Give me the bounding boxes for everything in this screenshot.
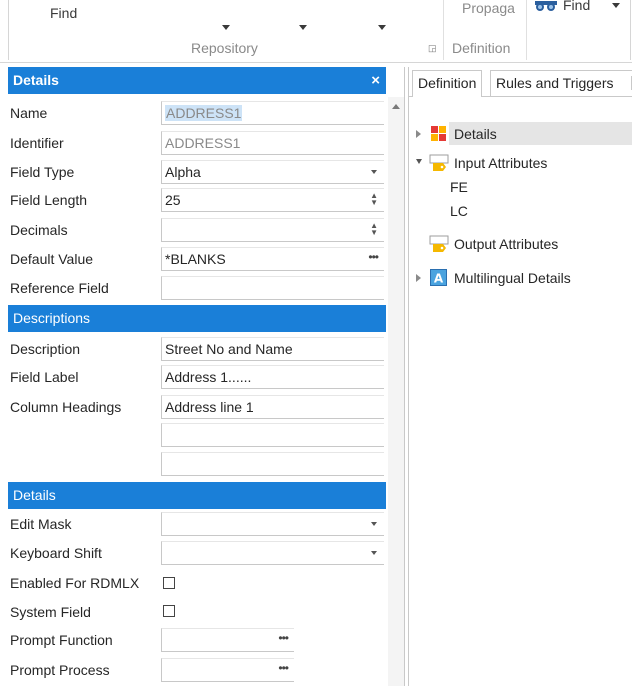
column-heading-3-field[interactable] [161, 452, 384, 476]
field-length-stepper[interactable]: 25 ▲ ▼ [161, 188, 384, 212]
details-panel: Details × Name ADDRESS1 Identifier ADDRE… [8, 67, 405, 686]
multilingual-icon: A [430, 269, 447, 286]
dialog-launcher-icon[interactable]: ◲ [428, 43, 437, 54]
column-headings-label: Column Headings [10, 399, 122, 415]
tree-item-output-attributes[interactable]: Output Attributes [454, 236, 558, 252]
scroll-up-icon[interactable] [392, 104, 400, 109]
tree-item-fe[interactable]: FE [450, 179, 468, 195]
system-field-checkbox[interactable] [163, 605, 175, 617]
edit-mask-select[interactable] [161, 512, 384, 536]
expand-icon[interactable] [416, 130, 421, 138]
identifier-field[interactable]: ADDRESS1 [161, 131, 384, 155]
name-label: Name [10, 105, 48, 121]
chevron-down-icon[interactable] [612, 3, 620, 8]
decimals-stepper[interactable]: ▲ ▼ [161, 218, 384, 242]
definition-panel: Definition Rules and Triggers Details In… [408, 67, 632, 686]
column-heading-1-value: Address line 1 [165, 399, 254, 415]
field-type-label: Field Type [10, 164, 75, 180]
ribbon-frame-left [8, 0, 9, 60]
decimals-label: Decimals [10, 222, 68, 238]
ribbon-separator [443, 0, 444, 60]
edit-mask-label: Edit Mask [10, 516, 72, 532]
expand-icon[interactable] [416, 274, 421, 282]
find-right-button[interactable]: Find [563, 0, 590, 13]
field-label-label: Field Label [10, 369, 79, 385]
definition-group-label: Definition [452, 40, 511, 56]
keyboard-shift-select[interactable] [161, 541, 384, 565]
description-field[interactable]: Street No and Name [161, 337, 384, 361]
descriptions-header: Descriptions [8, 305, 386, 332]
prompt-process-field[interactable]: ••• [161, 658, 294, 682]
chevron-down-icon[interactable] [371, 170, 377, 174]
field-label-value: Address 1...... [165, 369, 252, 385]
field-label-field[interactable]: Address 1...... [161, 365, 384, 389]
keyboard-shift-label: Keyboard Shift [10, 545, 102, 561]
chevron-down-icon[interactable] [222, 25, 230, 30]
chevron-down-icon[interactable] [299, 25, 307, 30]
collapse-icon[interactable] [416, 159, 422, 164]
name-field[interactable]: ADDRESS1 [161, 101, 384, 125]
chevron-down-icon[interactable] [378, 25, 386, 30]
reference-field-input[interactable] [161, 276, 384, 300]
details2-header: Details [8, 482, 386, 509]
propagate-button[interactable]: Propaga [462, 0, 515, 16]
prompt-process-label: Prompt Process [10, 662, 110, 678]
ribbon-separator [526, 0, 527, 60]
close-icon[interactable]: × [371, 67, 380, 94]
tab-definition[interactable]: Definition [412, 70, 483, 97]
spinner-icon[interactable]: ▲ ▼ [370, 192, 378, 207]
default-value-field[interactable]: *BLANKS ••• [161, 247, 384, 271]
name-value: ADDRESS1 [165, 105, 243, 121]
system-field-label: System Field [10, 604, 91, 620]
details-title: Details [13, 72, 59, 88]
description-label: Description [10, 341, 81, 357]
ellipsis-icon[interactable]: ••• [368, 250, 379, 264]
description-value: Street No and Name [165, 341, 293, 357]
column-heading-1-field[interactable]: Address line 1 [161, 395, 384, 419]
tag-icon [429, 154, 449, 172]
svg-text:A: A [434, 272, 444, 286]
find-button[interactable]: Find [50, 5, 77, 21]
ribbon-frame-right [630, 0, 631, 60]
field-type-value: Alpha [165, 164, 201, 180]
ellipsis-icon[interactable]: ••• [278, 661, 289, 675]
default-value-value: *BLANKS [165, 251, 226, 267]
tag-icon [429, 235, 449, 253]
tree-item-lc[interactable]: LC [450, 203, 468, 219]
enabled-rdmlx-checkbox[interactable] [163, 577, 175, 589]
tree-item-multilingual-details[interactable]: Multilingual Details [454, 270, 571, 286]
ellipsis-icon[interactable]: ••• [278, 631, 289, 645]
enabled-rdmlx-label: Enabled For RDMLX [10, 575, 140, 591]
tree-item-details[interactable]: Details [454, 126, 497, 142]
chevron-down-icon[interactable] [371, 522, 377, 526]
field-type-select[interactable]: Alpha [161, 160, 384, 184]
prompt-function-field[interactable]: ••• [161, 628, 294, 652]
column-heading-2-field[interactable] [161, 423, 384, 447]
vertical-scrollbar[interactable] [388, 97, 404, 686]
ribbon: Find Repository ◲ Propaga Definition Fin… [0, 0, 632, 63]
reference-field-label: Reference Field [10, 280, 109, 296]
details-icon [430, 125, 447, 142]
tab-rules-and-triggers[interactable]: Rules and Triggers [490, 70, 632, 96]
repository-group-label: Repository [191, 40, 258, 56]
spinner-icon[interactable]: ▲ ▼ [370, 222, 378, 237]
chevron-down-icon[interactable] [371, 551, 377, 555]
prompt-function-label: Prompt Function [10, 632, 113, 648]
tree-item-input-attributes[interactable]: Input Attributes [454, 155, 547, 171]
default-value-label: Default Value [10, 251, 94, 267]
field-length-label: Field Length [10, 192, 88, 208]
identifier-label: Identifier [10, 135, 64, 151]
field-length-value: 25 [165, 192, 181, 208]
identifier-value: ADDRESS1 [165, 135, 241, 151]
details-header: Details × [8, 67, 386, 94]
binoculars-icon[interactable] [535, 0, 557, 12]
